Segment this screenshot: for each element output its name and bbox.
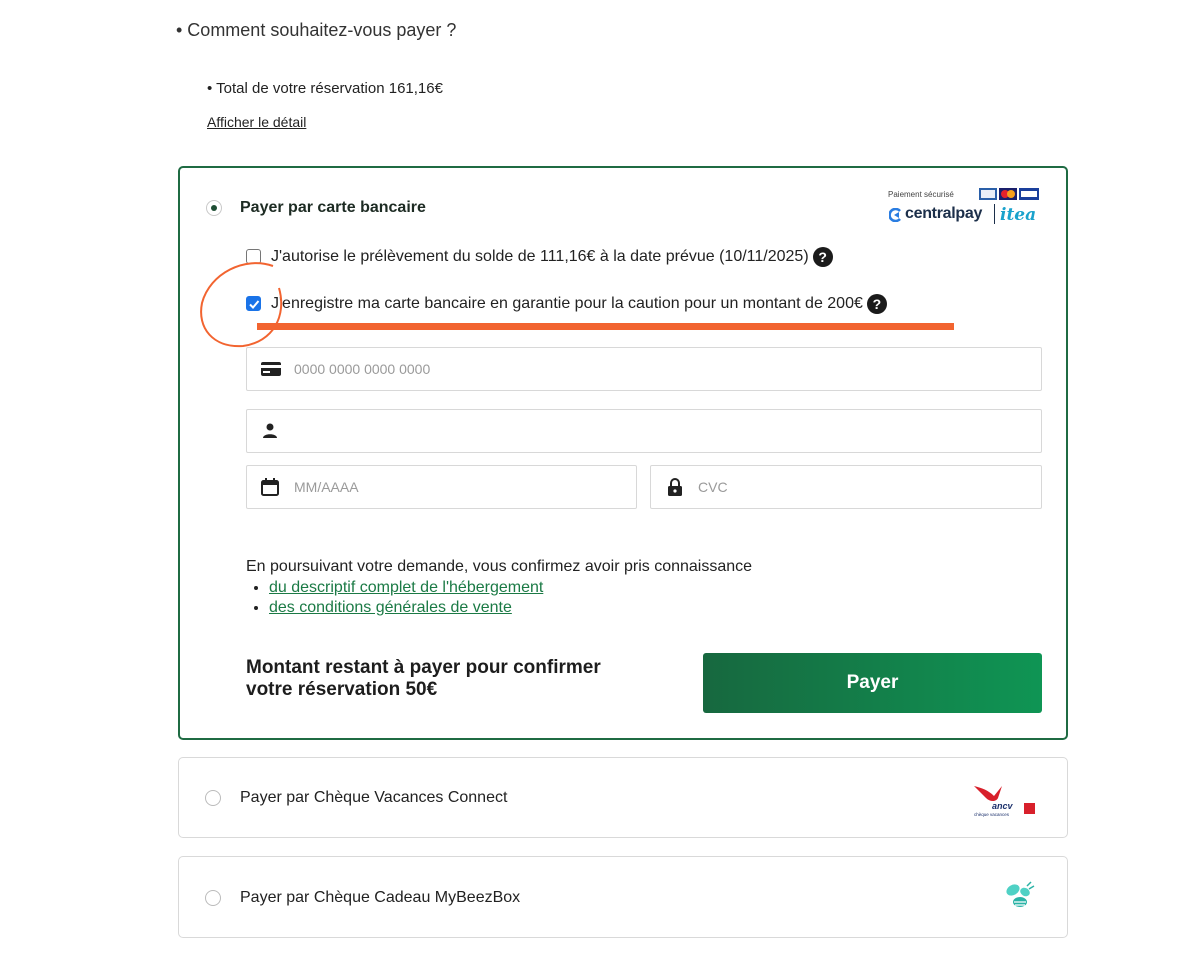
pay-button[interactable]: Payer (703, 653, 1042, 713)
orange-annotation-highlight (200, 262, 954, 348)
expiry-date-field[interactable]: MM/AAAA (246, 465, 637, 509)
expiry-placeholder: MM/AAAA (294, 479, 359, 495)
page-heading: • Comment souhaitez-vous payer ? (176, 20, 457, 40)
cheque-vacances-label: Payer par Chèque Vacances Connect (240, 789, 508, 806)
calendar-icon (261, 478, 279, 496)
user-icon (263, 423, 277, 438)
cvc-placeholder: CVC (698, 479, 728, 495)
reservation-total: • Total de votre réservation 161,16€ (207, 80, 443, 97)
centralpay-logo-icon (889, 208, 901, 222)
list-item: des conditions générales de vente (269, 598, 752, 618)
card-number-placeholder: 0000 0000 0000 0000 (294, 361, 431, 377)
mybeezbox-label: Payer par Chèque Cadeau MyBeezBox (240, 889, 521, 906)
mybeezbox-radio[interactable] (205, 890, 221, 906)
bee-logo-icon (1006, 881, 1035, 907)
card-number-field[interactable]: 0000 0000 0000 0000 (246, 347, 1042, 391)
secure-payment-text: Paiement sécurisé (888, 190, 954, 199)
list-item: du descriptif complet de l'hébergement (269, 578, 752, 598)
card-payment-label: Payer par carte bancaire (240, 199, 426, 216)
card-payment-radio[interactable] (206, 200, 222, 216)
show-detail-link[interactable]: Afficher le détail (207, 114, 306, 130)
credit-card-icon (261, 362, 281, 376)
ancv-logo-icon: ancv chèque vacances (974, 786, 1035, 817)
cvc-field[interactable]: CVC (650, 465, 1042, 509)
card-brands-icon (979, 188, 1039, 200)
lock-icon (668, 478, 682, 496)
legal-notice: En poursuivant votre demande, vous confi… (246, 558, 752, 618)
accommodation-description-link[interactable]: du descriptif complet de l'hébergement (269, 579, 543, 596)
centralpay-logo: centralpay (905, 205, 983, 222)
legal-intro: En poursuivant votre demande, vous confi… (246, 558, 753, 575)
ancv-logo-subtext: chèque vacances (974, 812, 1010, 817)
itea-logo: itea (1000, 205, 1037, 225)
remaining-amount: Montant restant à payer pour confirmer v… (246, 657, 601, 700)
legal-links-list: du descriptif complet de l'hébergement d… (246, 578, 752, 618)
cardholder-name-field[interactable] (246, 409, 1042, 453)
ancv-logo-text: ancv (992, 801, 1014, 811)
cheque-vacances-radio[interactable] (205, 790, 221, 806)
logo-divider (994, 204, 995, 224)
terms-of-sale-link[interactable]: des conditions générales de vente (269, 599, 512, 616)
